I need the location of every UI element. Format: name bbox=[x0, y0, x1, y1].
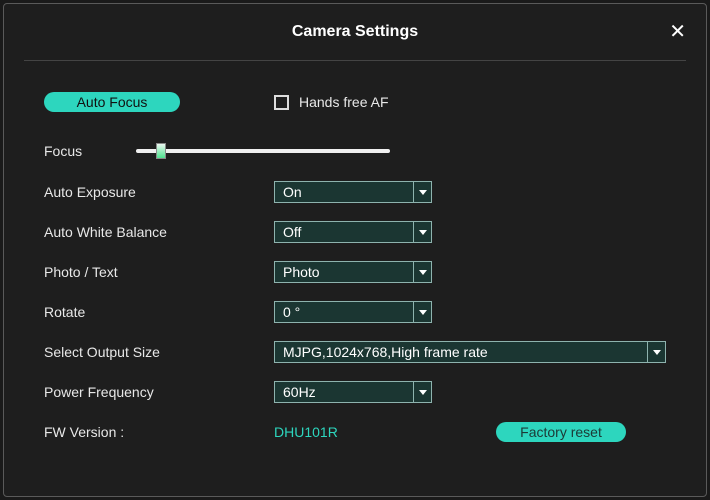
focus-label: Focus bbox=[44, 143, 136, 159]
chevron-down-icon bbox=[413, 222, 431, 242]
factory-reset-button[interactable]: Factory reset bbox=[496, 422, 626, 442]
chevron-down-icon bbox=[647, 342, 665, 362]
photo-text-label: Photo / Text bbox=[44, 264, 274, 280]
fw-version-label: FW Version : bbox=[44, 424, 274, 440]
row-auto-white-balance: Auto White Balance Off bbox=[44, 221, 666, 243]
header: Camera Settings ✕ bbox=[4, 4, 706, 60]
autofocus-col: Auto Focus bbox=[44, 92, 274, 112]
row-output-size: Select Output Size MJPG,1024x768,High fr… bbox=[44, 341, 666, 363]
output-size-value: MJPG,1024x768,High frame rate bbox=[283, 344, 488, 360]
focus-slider-thumb[interactable] bbox=[156, 143, 166, 159]
auto-exposure-select[interactable]: On bbox=[274, 181, 432, 203]
chevron-down-icon bbox=[413, 262, 431, 282]
photo-text-select[interactable]: Photo bbox=[274, 261, 432, 283]
auto-white-balance-label: Auto White Balance bbox=[44, 224, 274, 240]
page-title: Camera Settings bbox=[292, 23, 418, 41]
auto-exposure-value: On bbox=[283, 184, 302, 200]
rotate-value: 0 ° bbox=[283, 304, 300, 320]
hands-free-af-label: Hands free AF bbox=[299, 94, 389, 110]
power-frequency-select[interactable]: 60Hz bbox=[274, 381, 432, 403]
power-frequency-label: Power Frequency bbox=[44, 384, 274, 400]
output-size-label: Select Output Size bbox=[44, 344, 274, 360]
row-power-frequency: Power Frequency 60Hz bbox=[44, 381, 666, 403]
photo-text-value: Photo bbox=[283, 264, 320, 280]
auto-focus-button[interactable]: Auto Focus bbox=[44, 92, 180, 112]
row-rotate: Rotate 0 ° bbox=[44, 301, 666, 323]
chevron-down-icon bbox=[413, 302, 431, 322]
row-photo-text: Photo / Text Photo bbox=[44, 261, 666, 283]
close-icon[interactable]: ✕ bbox=[669, 22, 686, 42]
output-size-select[interactable]: MJPG,1024x768,High frame rate bbox=[274, 341, 666, 363]
auto-white-balance-value: Off bbox=[283, 224, 301, 240]
hands-free-af-checkbox[interactable] bbox=[274, 95, 289, 110]
fw-version-value: DHU101R bbox=[274, 424, 338, 440]
row-auto-exposure: Auto Exposure On bbox=[44, 181, 666, 203]
auto-exposure-label: Auto Exposure bbox=[44, 184, 274, 200]
camera-settings-panel: Camera Settings ✕ Auto Focus Hands free … bbox=[3, 3, 707, 497]
rotate-label: Rotate bbox=[44, 304, 274, 320]
chevron-down-icon bbox=[413, 382, 431, 402]
focus-slider[interactable] bbox=[136, 149, 390, 153]
power-frequency-value: 60Hz bbox=[283, 384, 316, 400]
rotate-select[interactable]: 0 ° bbox=[274, 301, 432, 323]
content: Auto Focus Hands free AF Focus Auto Expo… bbox=[4, 61, 706, 443]
auto-white-balance-select[interactable]: Off bbox=[274, 221, 432, 243]
chevron-down-icon bbox=[413, 182, 431, 202]
row-focus: Focus bbox=[44, 143, 666, 159]
row-autofocus: Auto Focus Hands free AF bbox=[44, 91, 666, 113]
row-fw-version: FW Version : DHU101R Factory reset bbox=[44, 421, 666, 443]
hands-free-af-wrap[interactable]: Hands free AF bbox=[274, 94, 389, 110]
